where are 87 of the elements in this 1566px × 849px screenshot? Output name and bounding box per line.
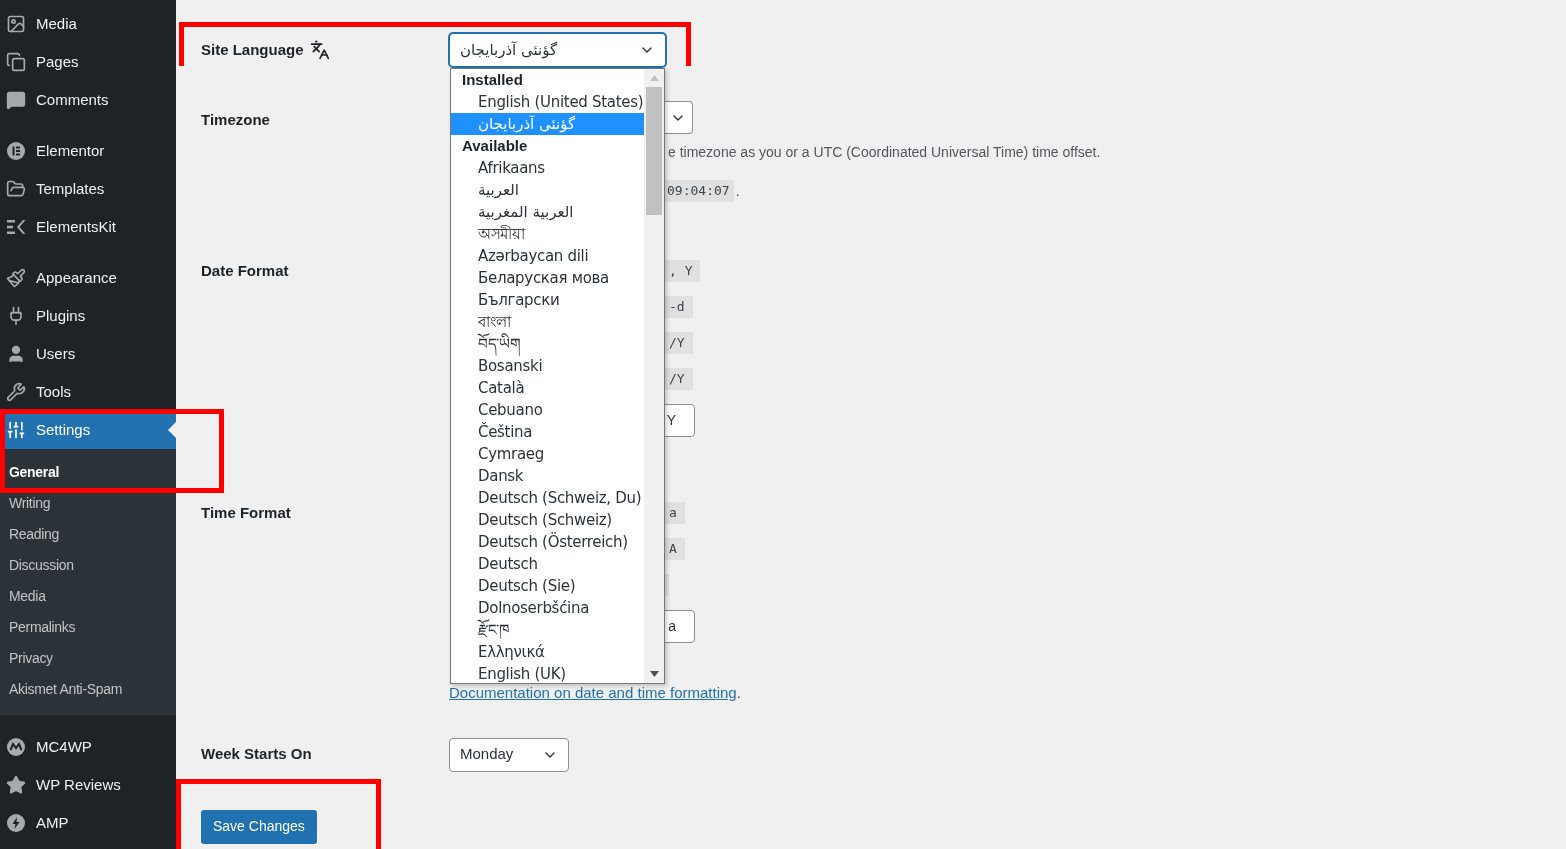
language-option[interactable]: العربية المغربية xyxy=(451,201,644,223)
language-option[interactable]: অসমীয়া xyxy=(451,223,644,245)
menu-item[interactable]: MC4WP xyxy=(0,728,176,766)
language-option[interactable]: العربية xyxy=(451,179,644,201)
format-code: /Y xyxy=(663,368,693,390)
ek-logo-icon xyxy=(6,217,26,237)
save-button[interactable]: Save Changes xyxy=(201,809,317,844)
submenu-item[interactable]: Permalinks xyxy=(0,612,176,643)
language-option[interactable]: Bosanski xyxy=(451,355,644,377)
language-option[interactable]: Беларуская мова xyxy=(451,267,644,289)
submenu-item[interactable]: Privacy xyxy=(0,643,176,674)
scrollbar[interactable] xyxy=(644,69,664,683)
timezone-hint: e timezone as you or a UTC (Coordinated Universal Time) time offset. xyxy=(668,144,1101,160)
language-option[interactable]: Afrikaans xyxy=(451,157,644,179)
language-option[interactable]: Dansk xyxy=(451,465,644,487)
format-code: /Y xyxy=(663,332,693,354)
language-option[interactable]: Català xyxy=(451,377,644,399)
current-pointer-icon xyxy=(168,422,176,438)
format-code: , Y xyxy=(663,260,701,282)
period-text: . xyxy=(736,684,741,701)
menu-item[interactable]: Appearance xyxy=(0,259,176,297)
lightning-bolt-icon xyxy=(6,813,26,833)
language-option[interactable]: বাংলা xyxy=(451,311,644,333)
submenu-item[interactable]: General xyxy=(0,457,176,488)
paintbrush-icon xyxy=(6,268,26,288)
star-icon xyxy=(6,775,26,795)
field-label: Site Language xyxy=(201,39,304,60)
mc4wp-logo-icon xyxy=(6,737,26,757)
submenu-item[interactable]: Writing xyxy=(0,488,176,519)
menu-item[interactable]: Media xyxy=(0,5,176,43)
elementor-icon xyxy=(6,141,26,161)
pages-icon xyxy=(6,52,26,72)
field-label: Date Format xyxy=(201,262,289,279)
language-option[interactable]: Deutsch (Österreich) xyxy=(451,531,644,553)
user-icon xyxy=(6,344,26,364)
week-start-select[interactable]: Monday xyxy=(449,737,569,772)
menu-item[interactable]: Plugins xyxy=(0,297,176,335)
submenu-item[interactable]: Discussion xyxy=(0,550,176,581)
language-option[interactable]: Cebuano xyxy=(451,399,644,421)
scroll-up-arrow-icon xyxy=(649,75,659,81)
language-option[interactable]: Ελληνικά xyxy=(451,641,644,663)
period-text: . xyxy=(735,181,740,201)
field-label: Timezone xyxy=(201,111,270,128)
submenu-item[interactable]: Reading xyxy=(0,519,176,550)
folder-icon xyxy=(6,179,26,199)
wrench-icon xyxy=(6,382,26,402)
translate-icon xyxy=(309,40,330,60)
format-code: a xyxy=(663,502,685,524)
language-option[interactable]: Čeština xyxy=(451,421,644,443)
language-option[interactable]: Български xyxy=(451,289,644,311)
media-icon xyxy=(6,14,26,34)
menu-item[interactable]: Users xyxy=(0,335,176,373)
sliders-icon xyxy=(6,420,26,440)
language-option[interactable]: Deutsch (Schweiz) xyxy=(451,509,644,531)
submenu-item[interactable]: Media xyxy=(0,581,176,612)
language-option[interactable]: བོད་ཡིག xyxy=(451,333,644,355)
menu-item[interactable]: ElementsKit xyxy=(0,208,176,246)
scroll-down-arrow-icon xyxy=(649,671,659,677)
language-option[interactable]: Deutsch (Schweiz, Du) xyxy=(451,487,644,509)
timezone-select[interactable] xyxy=(663,101,693,134)
menu-item[interactable]: Templates xyxy=(0,170,176,208)
language-option[interactable]: རྫོང་ཁ xyxy=(451,619,644,641)
documentation-link[interactable]: Documentation on date and time formatting xyxy=(449,684,737,701)
local-time-code: 09:04:07 xyxy=(663,180,734,202)
language-option[interactable]: Dolnoserbšćina xyxy=(451,597,644,619)
option-group-label: Installed xyxy=(461,69,524,90)
menu-item[interactable]: Tools xyxy=(0,373,176,411)
scrollbar-thumb[interactable] xyxy=(646,87,662,215)
language-option[interactable]: English (UK) xyxy=(451,663,644,683)
submenu-item[interactable]: Akismet Anti-Spam xyxy=(0,674,176,705)
menu-item[interactable]: AMP xyxy=(0,804,176,842)
menu-item[interactable]: Elementor xyxy=(0,132,176,170)
speech-bubble-icon xyxy=(6,90,26,110)
option-group-label: Available xyxy=(461,135,529,156)
field-label: Week Starts On xyxy=(201,745,312,763)
language-option[interactable]: Azərbaycan dili xyxy=(451,245,644,267)
field-label: Time Format xyxy=(201,504,291,521)
menu-item[interactable]: WP Reviews xyxy=(0,766,176,804)
format-code: -d xyxy=(663,296,693,318)
menu-item[interactable]: Pages xyxy=(0,43,176,81)
language-option[interactable]: Deutsch xyxy=(451,553,644,575)
format-code: A xyxy=(663,538,685,560)
language-option[interactable]: Cymraeg xyxy=(451,443,644,465)
language-option[interactable]: English (United States) xyxy=(451,91,644,113)
menu-item[interactable]: Comments xyxy=(0,81,176,119)
language-option[interactable]: Deutsch (Sie) xyxy=(451,575,644,597)
language-select[interactable]: گؤنئی آذربایجان xyxy=(449,33,666,67)
